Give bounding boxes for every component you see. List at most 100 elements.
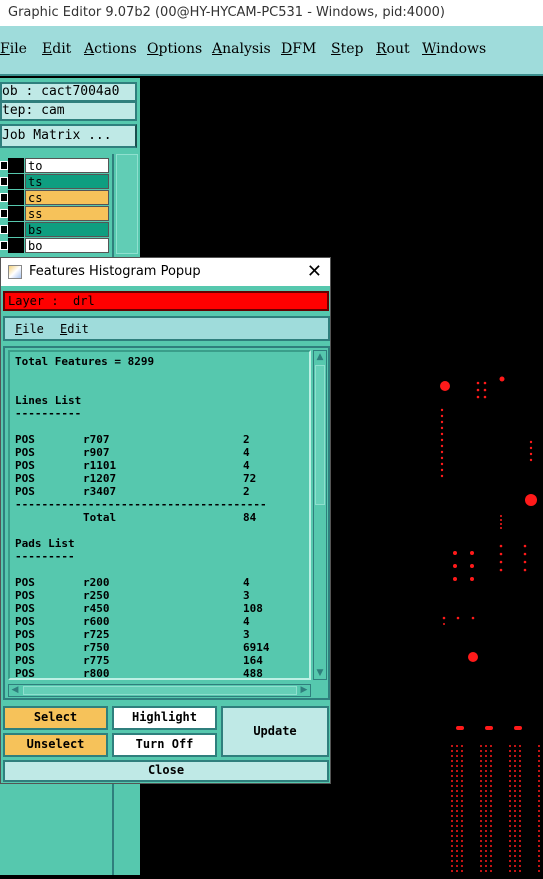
layer-row-ts[interactable]: ts — [0, 174, 112, 189]
menu-file[interactable]: File — [0, 41, 27, 57]
drill-hole — [440, 456, 444, 460]
drill-hole — [509, 810, 511, 812]
scroll-up-icon[interactable]: ▲ — [314, 351, 326, 363]
drill-hole — [485, 870, 487, 872]
drill-hole — [440, 432, 444, 436]
layer-name[interactable]: ss — [25, 206, 109, 221]
update-button[interactable]: Update — [221, 706, 329, 757]
text-col2: r750 — [83, 641, 110, 654]
menu-actions[interactable]: Actions — [84, 41, 137, 57]
layer-name[interactable]: cs — [25, 190, 109, 205]
menu-edit[interactable]: Edit — [42, 41, 71, 57]
drill-hole — [485, 825, 487, 827]
drill-hole — [538, 850, 540, 852]
drill-hole — [519, 865, 521, 867]
layer-row-ss[interactable]: ss — [0, 206, 112, 221]
drill-hole — [480, 770, 482, 772]
layer-checkbox[interactable] — [0, 209, 8, 218]
layer-checkbox[interactable] — [0, 161, 8, 170]
slot-pad — [514, 726, 522, 730]
drill-hole — [514, 860, 516, 862]
close-button[interactable]: Close — [3, 760, 329, 782]
text-line: POS r200 4 — [15, 576, 250, 589]
vertical-scrollbar[interactable]: ▲ ▼ — [313, 350, 327, 680]
drill-hole — [509, 870, 511, 872]
menu-step[interactable]: Step — [331, 41, 363, 57]
layer-name[interactable]: ts — [25, 174, 109, 189]
menu-options[interactable]: Options — [147, 41, 202, 57]
drill-hole — [456, 790, 458, 792]
drill-hole — [476, 388, 480, 392]
drill-hole — [451, 815, 453, 817]
drill-hole — [440, 438, 444, 442]
layer-checkbox[interactable] — [0, 225, 8, 234]
layer-checkbox[interactable] — [0, 177, 8, 186]
drill-hole — [538, 820, 540, 822]
drill-hole — [451, 795, 453, 797]
text-col1: POS — [15, 589, 35, 602]
popup-menu-file[interactable]: File — [15, 322, 44, 336]
text-col1: POS — [15, 628, 35, 641]
drill-hole — [490, 825, 492, 827]
close-icon[interactable]: ✕ — [307, 258, 322, 286]
menu-label: indows — [436, 41, 487, 57]
layer-color-swatch — [8, 174, 24, 189]
scroll-right-icon[interactable]: ▶ — [298, 685, 310, 696]
layer-row-bo[interactable]: bo — [0, 238, 112, 253]
vertical-scroll-thumb[interactable] — [315, 365, 325, 505]
text-line: POS r600 4 — [15, 615, 250, 628]
drill-hole — [456, 775, 458, 777]
unselect-button[interactable]: Unselect — [3, 733, 108, 757]
text-col2: Total — [83, 511, 117, 524]
scroll-thumb[interactable] — [116, 154, 138, 254]
horizontal-scrollbar[interactable]: ◀ ▶ — [8, 684, 311, 697]
drill-hole — [485, 805, 487, 807]
turn-off-button[interactable]: Turn Off — [112, 733, 217, 757]
drill-hole — [451, 760, 453, 762]
layer-checkbox[interactable] — [0, 241, 8, 250]
layer-name[interactable]: bs — [25, 222, 109, 237]
menu-windows[interactable]: Windows — [422, 41, 486, 57]
drill-hole — [485, 745, 487, 747]
drill-hole — [485, 755, 487, 757]
drill-hole — [499, 568, 503, 572]
drill-hole — [514, 770, 516, 772]
job-matrix-button[interactable]: Job Matrix ... — [0, 124, 137, 148]
scroll-down-icon[interactable]: ▼ — [314, 667, 326, 679]
histogram-text-area[interactable]: Total Features = 8299 Lines List ---------… — [3, 346, 330, 700]
drill-hole — [456, 760, 458, 762]
drill-hole — [480, 785, 482, 787]
layer-name[interactable]: bo — [25, 238, 109, 253]
drill-hole — [456, 780, 458, 782]
drill-hole — [514, 825, 516, 827]
highlight-button[interactable]: Highlight — [112, 706, 217, 730]
menu-analysis[interactable]: Analysis — [212, 41, 271, 57]
scroll-left-icon[interactable]: ◀ — [9, 685, 21, 696]
drill-hole — [451, 755, 453, 757]
menu-rout[interactable]: Rout — [376, 41, 410, 57]
horizontal-scroll-thumb[interactable] — [23, 686, 297, 695]
layer-row-to[interactable]: to — [0, 158, 112, 173]
drill-hole — [509, 840, 511, 842]
layer-name[interactable]: to — [25, 158, 109, 173]
layer-checkbox[interactable] — [0, 193, 8, 202]
text-col2: r3407 — [83, 485, 117, 498]
histogram-text[interactable]: Total Features = 8299 Lines List ---------… — [8, 350, 311, 680]
drill-hole — [514, 820, 516, 822]
drill-hole — [514, 850, 516, 852]
drill-hole — [490, 785, 492, 787]
popup-menu-edit[interactable]: Edit — [60, 322, 89, 336]
drill-hole — [440, 462, 444, 466]
drill-hole — [461, 775, 463, 777]
layer-row-cs[interactable]: cs — [0, 190, 112, 205]
drill-hole — [490, 765, 492, 767]
drill-hole — [451, 840, 453, 842]
text-col2: r450 — [83, 602, 110, 615]
drill-hole — [529, 446, 533, 450]
layer-row-bs[interactable]: bs — [0, 222, 112, 237]
drill-hole — [509, 860, 511, 862]
select-button[interactable]: Select — [3, 706, 108, 730]
drill-hole — [519, 760, 521, 762]
drill-hole — [509, 755, 511, 757]
menu-dfm[interactable]: DFM — [281, 41, 316, 57]
